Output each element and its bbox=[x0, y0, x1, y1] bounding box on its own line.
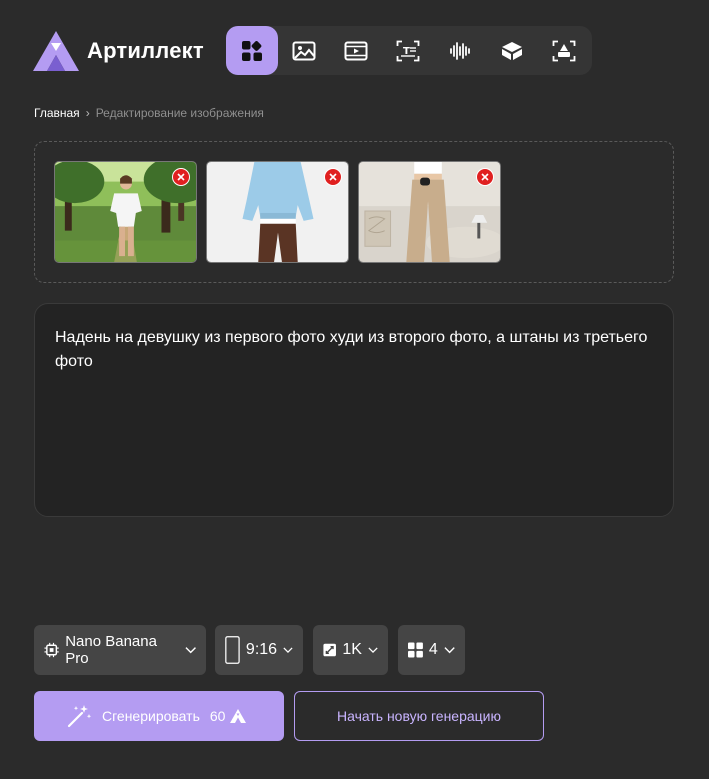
portrait-frame-icon bbox=[225, 636, 240, 664]
close-icon bbox=[329, 173, 337, 181]
expand-icon bbox=[323, 643, 336, 657]
uploaded-image-2 bbox=[206, 161, 349, 263]
grid-icon bbox=[242, 40, 262, 61]
grid-icon bbox=[408, 642, 423, 658]
image-count-value: 4 bbox=[428, 641, 438, 658]
magic-wand-icon bbox=[67, 705, 92, 728]
close-icon bbox=[177, 173, 185, 181]
cube-icon bbox=[502, 41, 522, 60]
aspect-ratio-value: 9:16 bbox=[245, 641, 278, 658]
mode-toolbar: T bbox=[226, 26, 592, 75]
tool-text[interactable]: T bbox=[382, 26, 434, 75]
chip-icon bbox=[44, 642, 59, 658]
generate-button[interactable]: Сгенерировать 60 bbox=[34, 691, 284, 741]
breadcrumb-home-link[interactable]: Главная bbox=[34, 106, 80, 120]
tool-3d[interactable] bbox=[486, 26, 538, 75]
resolution-select[interactable]: 1K bbox=[313, 625, 388, 675]
image-icon bbox=[292, 41, 316, 60]
model-select[interactable]: Nano Banana Pro bbox=[34, 625, 206, 675]
tool-image-editing[interactable] bbox=[226, 26, 278, 75]
prompt-text: Надень на девушку из первого фото худи и… bbox=[55, 329, 648, 370]
audio-icon bbox=[450, 41, 470, 60]
prompt-input[interactable]: Надень на девушку из первого фото худи и… bbox=[34, 303, 674, 517]
remove-image-3-button[interactable] bbox=[476, 168, 494, 186]
chevron-down-icon bbox=[185, 647, 196, 654]
artillect-logo-icon bbox=[33, 31, 79, 71]
logo[interactable]: Артиллект bbox=[33, 31, 204, 71]
new-generation-label: Начать новую генерацию bbox=[336, 708, 501, 724]
breadcrumb-current: Редактирование изображения bbox=[95, 106, 264, 120]
image-dropzone[interactable] bbox=[34, 141, 674, 283]
resolution-value: 1K bbox=[342, 641, 362, 658]
remove-image-2-button[interactable] bbox=[324, 168, 342, 186]
text-icon: T bbox=[396, 40, 420, 61]
close-icon bbox=[481, 173, 489, 181]
chevron-down-icon bbox=[368, 647, 378, 653]
credits-logo-icon bbox=[230, 709, 247, 723]
image-count-select[interactable]: 4 bbox=[398, 625, 465, 675]
brand-name: Артиллект bbox=[87, 38, 204, 63]
tool-image-generation[interactable] bbox=[278, 26, 330, 75]
breadcrumb-separator: › bbox=[85, 106, 90, 120]
tool-video[interactable] bbox=[330, 26, 382, 75]
generate-cost: 60 bbox=[209, 708, 226, 724]
uploaded-image-3 bbox=[358, 161, 501, 263]
new-generation-button[interactable]: Начать новую генерацию bbox=[294, 691, 544, 741]
tool-scan[interactable] bbox=[538, 26, 590, 75]
remove-image-1-button[interactable] bbox=[172, 168, 190, 186]
chevron-down-icon bbox=[283, 647, 293, 653]
generate-button-label: Сгенерировать bbox=[102, 708, 200, 724]
uploaded-image-1 bbox=[54, 161, 197, 263]
model-select-value: Nano Banana Pro bbox=[65, 633, 157, 667]
video-icon bbox=[344, 41, 368, 60]
scan-icon bbox=[552, 40, 576, 61]
aspect-ratio-select[interactable]: 9:16 bbox=[215, 625, 303, 675]
tool-audio[interactable] bbox=[434, 26, 486, 75]
chevron-down-icon bbox=[444, 647, 455, 654]
breadcrumb: Главная › Редактирование изображения bbox=[34, 106, 264, 120]
